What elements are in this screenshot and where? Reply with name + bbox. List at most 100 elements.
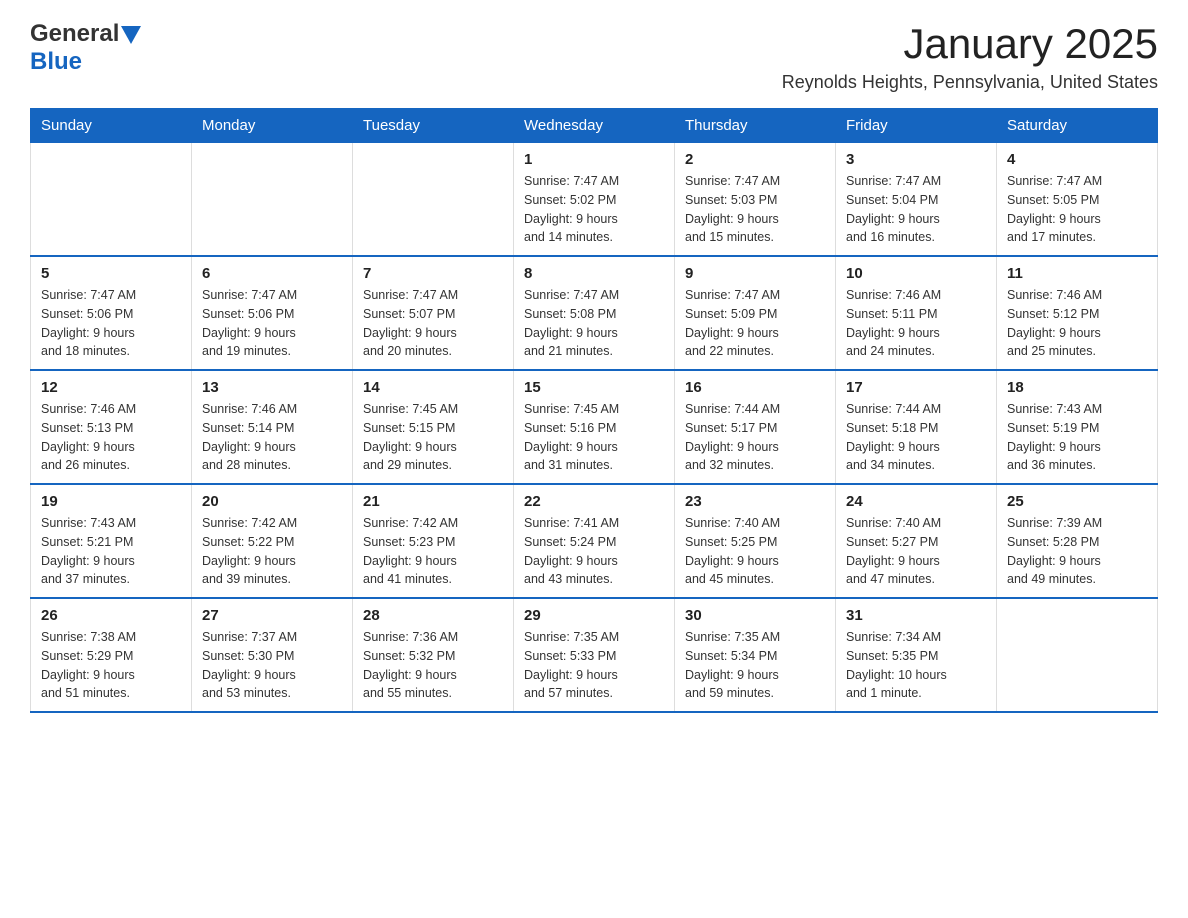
calendar-day-18: 18Sunrise: 7:43 AM Sunset: 5:19 PM Dayli… — [997, 370, 1158, 484]
day-number: 2 — [685, 151, 825, 168]
weekday-header-friday: Friday — [836, 109, 997, 143]
day-number: 17 — [846, 379, 986, 396]
day-number: 12 — [41, 379, 181, 396]
day-number: 6 — [202, 265, 342, 282]
calendar-day-20: 20 Sunrise: 7:42 AM Sunset: 5:22 PM Dayli… — [192, 484, 353, 598]
calendar-day-23: 23 Sunrise: 7:40 AM Sunset: 5:25 PM Dayli… — [675, 484, 836, 598]
day-number: 14 — [363, 379, 503, 396]
calendar-day-4: 4 Sunrise: 7:47 AM Sunset: 5:05 PM Daylig… — [997, 143, 1158, 257]
day-number: 13 — [202, 379, 342, 396]
day-number: 22 — [524, 493, 664, 510]
calendar-table: SundayMondayTuesdayWednesdayThursdayFrid… — [30, 108, 1158, 713]
day-info: Sunrise: 7:42 AM Sunset: 5:22 PM Dayligh… — [202, 514, 342, 589]
day-info: Sunrise: 7:47 AM Sunset: 5:06 PM Dayligh… — [202, 286, 342, 361]
day-info: Sunrise: 7:39 AM Sunset: 5:28 PM Dayligh… — [1007, 514, 1147, 589]
day-number: 16 — [685, 379, 825, 396]
calendar-day-27: 27Sunrise: 7:37 AM Sunset: 5:30 PM Dayli… — [192, 598, 353, 712]
day-info: Sunrise: 7:46 AM Sunset: 5:12 PM Dayligh… — [1007, 286, 1147, 361]
day-info: Sunrise: 7:41 AM Sunset: 5:24 PM Dayligh… — [524, 514, 664, 589]
day-number: 5 — [41, 265, 181, 282]
calendar-day-7: 7Sunrise: 7:47 AM Sunset: 5:07 PM Daylig… — [353, 256, 514, 370]
day-number: 19 — [41, 493, 181, 510]
day-info: Sunrise: 7:34 AM Sunset: 5:35 PM Dayligh… — [846, 628, 986, 703]
calendar-day-1: 1Sunrise: 7:47 AM Sunset: 5:02 PM Daylig… — [514, 143, 675, 257]
calendar-empty-cell — [31, 143, 192, 257]
calendar-day-15: 15Sunrise: 7:45 AM Sunset: 5:16 PM Dayli… — [514, 370, 675, 484]
day-info: Sunrise: 7:45 AM Sunset: 5:15 PM Dayligh… — [363, 400, 503, 475]
calendar-header-row: SundayMondayTuesdayWednesdayThursdayFrid… — [31, 109, 1158, 143]
day-number: 21 — [363, 493, 503, 510]
calendar-day-2: 2 Sunrise: 7:47 AM Sunset: 5:03 PM Daylig… — [675, 143, 836, 257]
day-info: Sunrise: 7:46 AM Sunset: 5:11 PM Dayligh… — [846, 286, 986, 361]
day-number: 8 — [524, 265, 664, 282]
day-number: 18 — [1007, 379, 1147, 396]
calendar-empty-cell — [192, 143, 353, 257]
day-number: 26 — [41, 607, 181, 624]
calendar-day-25: 25 Sunrise: 7:39 AM Sunset: 5:28 PM Dayli… — [997, 484, 1158, 598]
weekday-header-saturday: Saturday — [997, 109, 1158, 143]
day-info: Sunrise: 7:47 AM Sunset: 5:02 PM Dayligh… — [524, 172, 664, 247]
day-info: Sunrise: 7:35 AM Sunset: 5:34 PM Dayligh… — [685, 628, 825, 703]
calendar-day-11: 11 Sunrise: 7:46 AM Sunset: 5:12 PM Dayli… — [997, 256, 1158, 370]
day-info: Sunrise: 7:36 AM Sunset: 5:32 PM Dayligh… — [363, 628, 503, 703]
month-year-title: January 2025 — [782, 20, 1158, 68]
logo-general-text: General — [30, 20, 119, 48]
day-info: Sunrise: 7:35 AM Sunset: 5:33 PM Dayligh… — [524, 628, 664, 703]
day-number: 29 — [524, 607, 664, 624]
calendar-day-14: 14 Sunrise: 7:45 AM Sunset: 5:15 PM Dayli… — [353, 370, 514, 484]
day-info: Sunrise: 7:44 AM Sunset: 5:18 PM Dayligh… — [846, 400, 986, 475]
day-info: Sunrise: 7:44 AM Sunset: 5:17 PM Dayligh… — [685, 400, 825, 475]
calendar-day-21: 21 Sunrise: 7:42 AM Sunset: 5:23 PM Dayli… — [353, 484, 514, 598]
day-number: 24 — [846, 493, 986, 510]
day-info: Sunrise: 7:45 AM Sunset: 5:16 PM Dayligh… — [524, 400, 664, 475]
weekday-header-sunday: Sunday — [31, 109, 192, 143]
day-number: 25 — [1007, 493, 1147, 510]
day-number: 27 — [202, 607, 342, 624]
calendar-week-row: 19 Sunrise: 7:43 AM Sunset: 5:21 PM Dayli… — [31, 484, 1158, 598]
calendar-day-5: 5 Sunrise: 7:47 AM Sunset: 5:06 PM Daylig… — [31, 256, 192, 370]
calendar-day-29: 29 Sunrise: 7:35 AM Sunset: 5:33 PM Dayli… — [514, 598, 675, 712]
day-info: Sunrise: 7:40 AM Sunset: 5:25 PM Dayligh… — [685, 514, 825, 589]
location-subtitle: Reynolds Heights, Pennsylvania, United S… — [782, 72, 1158, 93]
calendar-week-row: 26 Sunrise: 7:38 AM Sunset: 5:29 PM Dayli… — [31, 598, 1158, 712]
calendar-day-3: 3 Sunrise: 7:47 AM Sunset: 5:04 PM Daylig… — [836, 143, 997, 257]
day-info: Sunrise: 7:47 AM Sunset: 5:06 PM Dayligh… — [41, 286, 181, 361]
calendar-day-31: 31Sunrise: 7:34 AM Sunset: 5:35 PM Dayli… — [836, 598, 997, 712]
day-number: 28 — [363, 607, 503, 624]
calendar-day-12: 12Sunrise: 7:46 AM Sunset: 5:13 PM Dayli… — [31, 370, 192, 484]
day-number: 11 — [1007, 265, 1147, 282]
calendar-day-10: 10 Sunrise: 7:46 AM Sunset: 5:11 PM Dayli… — [836, 256, 997, 370]
calendar-day-16: 16 Sunrise: 7:44 AM Sunset: 5:17 PM Dayli… — [675, 370, 836, 484]
calendar-day-22: 22 Sunrise: 7:41 AM Sunset: 5:24 PM Dayli… — [514, 484, 675, 598]
calendar-empty-cell — [353, 143, 514, 257]
calendar-day-28: 28 Sunrise: 7:36 AM Sunset: 5:32 PM Dayli… — [353, 598, 514, 712]
logo-triangle-icon — [121, 26, 141, 44]
day-number: 23 — [685, 493, 825, 510]
page-header: General Blue January 2025 Reynolds Heigh… — [30, 20, 1158, 93]
weekday-header-monday: Monday — [192, 109, 353, 143]
logo: General Blue — [30, 20, 141, 76]
day-info: Sunrise: 7:46 AM Sunset: 5:14 PM Dayligh… — [202, 400, 342, 475]
day-number: 30 — [685, 607, 825, 624]
calendar-day-13: 13 Sunrise: 7:46 AM Sunset: 5:14 PM Dayli… — [192, 370, 353, 484]
calendar-week-row: 1Sunrise: 7:47 AM Sunset: 5:02 PM Daylig… — [31, 143, 1158, 257]
day-number: 10 — [846, 265, 986, 282]
day-info: Sunrise: 7:38 AM Sunset: 5:29 PM Dayligh… — [41, 628, 181, 703]
day-info: Sunrise: 7:47 AM Sunset: 5:03 PM Dayligh… — [685, 172, 825, 247]
calendar-day-8: 8Sunrise: 7:47 AM Sunset: 5:08 PM Daylig… — [514, 256, 675, 370]
day-number: 20 — [202, 493, 342, 510]
day-info: Sunrise: 7:47 AM Sunset: 5:05 PM Dayligh… — [1007, 172, 1147, 247]
day-number: 7 — [363, 265, 503, 282]
calendar-day-26: 26 Sunrise: 7:38 AM Sunset: 5:29 PM Dayli… — [31, 598, 192, 712]
calendar-week-row: 5 Sunrise: 7:47 AM Sunset: 5:06 PM Daylig… — [31, 256, 1158, 370]
day-number: 3 — [846, 151, 986, 168]
calendar-empty-cell — [997, 598, 1158, 712]
weekday-header-thursday: Thursday — [675, 109, 836, 143]
day-info: Sunrise: 7:47 AM Sunset: 5:04 PM Dayligh… — [846, 172, 986, 247]
logo-blue-text: Blue — [30, 48, 82, 75]
calendar-day-6: 6 Sunrise: 7:47 AM Sunset: 5:06 PM Daylig… — [192, 256, 353, 370]
calendar-day-9: 9Sunrise: 7:47 AM Sunset: 5:09 PM Daylig… — [675, 256, 836, 370]
day-info: Sunrise: 7:42 AM Sunset: 5:23 PM Dayligh… — [363, 514, 503, 589]
day-info: Sunrise: 7:43 AM Sunset: 5:21 PM Dayligh… — [41, 514, 181, 589]
day-number: 4 — [1007, 151, 1147, 168]
